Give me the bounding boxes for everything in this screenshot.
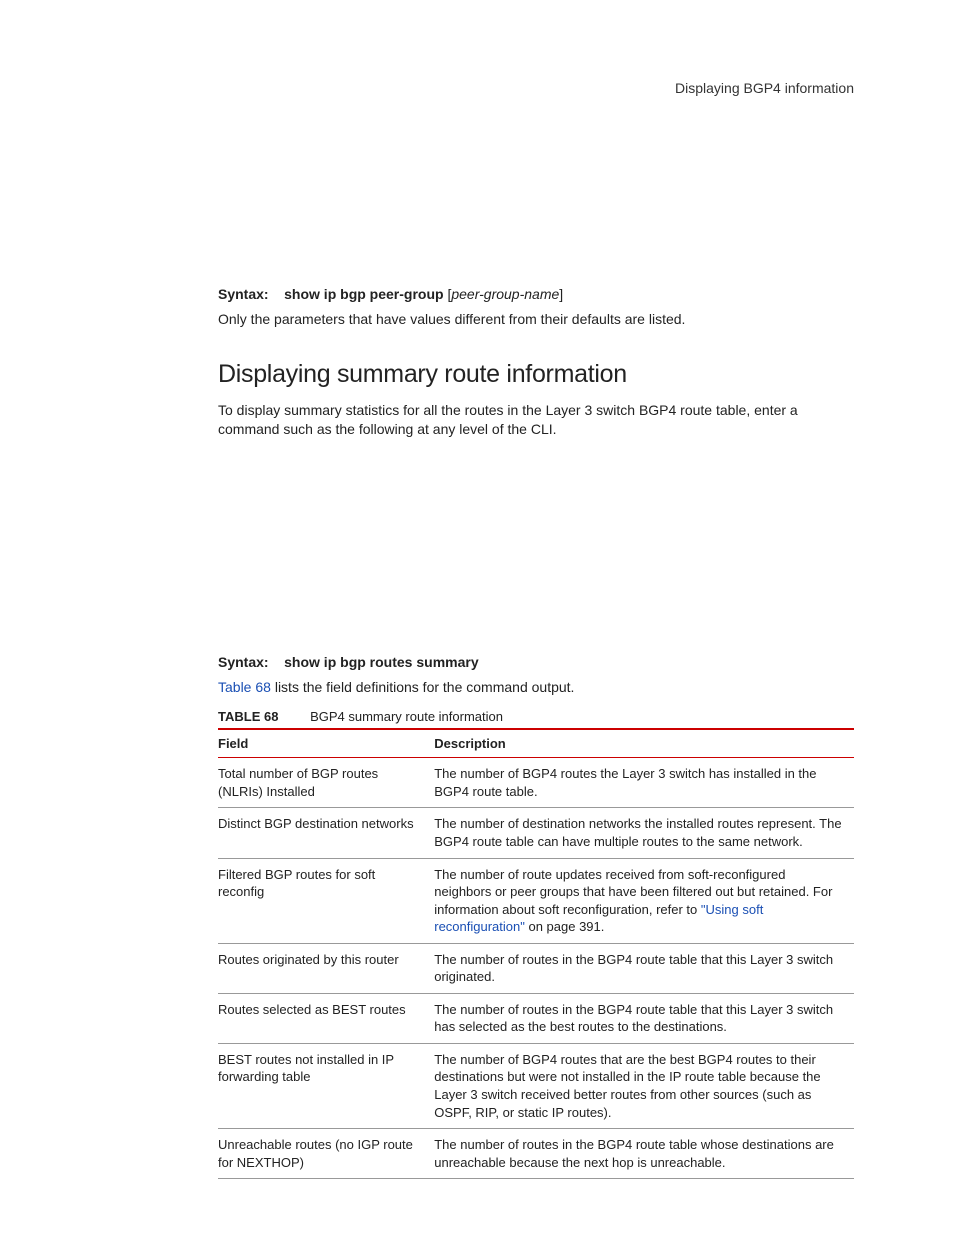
- field-cell: Routes originated by this router: [218, 943, 434, 993]
- table-row: Distinct BGP destination networks The nu…: [218, 808, 854, 858]
- field-cell: Unreachable routes (no IGP route for NEX…: [218, 1129, 434, 1179]
- desc-text-pre: The number of route updates received fro…: [434, 867, 832, 917]
- syntax-command: show ip bgp routes summary: [284, 654, 478, 670]
- table-caption: TABLE 68 BGP4 summary route information: [218, 709, 854, 724]
- table-title: BGP4 summary route information: [310, 709, 503, 724]
- table-row: Total number of BGP routes (NLRIs) Insta…: [218, 758, 854, 808]
- page-header-right: Displaying BGP4 information: [218, 80, 854, 96]
- table-row: BEST routes not installed in IP forwardi…: [218, 1043, 854, 1128]
- syntax-label: Syntax:: [218, 654, 269, 670]
- field-cell: Routes selected as BEST routes: [218, 993, 434, 1043]
- desc-cell: The number of routes in the BGP4 route t…: [434, 1129, 854, 1179]
- table-number: TABLE 68: [218, 709, 278, 724]
- table-reference-sentence: Table 68 lists the field definitions for…: [218, 678, 854, 698]
- field-definition-table: Field Description Total number of BGP ro…: [218, 728, 854, 1179]
- col-header-field: Field: [218, 729, 434, 758]
- desc-text-post: on page 391.: [525, 919, 605, 934]
- syntax-label: Syntax:: [218, 286, 269, 302]
- table-row: Routes selected as BEST routes The numbe…: [218, 993, 854, 1043]
- syntax-line-2: Syntax: show ip bgp routes summary: [218, 654, 854, 670]
- field-cell: BEST routes not installed in IP forwardi…: [218, 1043, 434, 1128]
- field-cell: Distinct BGP destination networks: [218, 808, 434, 858]
- syntax-line-1: Syntax: show ip bgp peer-group [peer-gro…: [218, 286, 854, 302]
- syntax-param: peer-group-name: [451, 286, 559, 302]
- syntax-command: show ip bgp peer-group: [284, 286, 443, 302]
- desc-cell: The number of route updates received fro…: [434, 858, 854, 943]
- table-reference-link[interactable]: Table 68: [218, 679, 271, 695]
- bracket-close: ]: [559, 286, 563, 302]
- desc-cell: The number of routes in the BGP4 route t…: [434, 943, 854, 993]
- table-row: Routes originated by this router The num…: [218, 943, 854, 993]
- desc-cell: The number of destination networks the i…: [434, 808, 854, 858]
- desc-cell: The number of routes in the BGP4 route t…: [434, 993, 854, 1043]
- table-row: Unreachable routes (no IGP route for NEX…: [218, 1129, 854, 1179]
- blank-region: [218, 464, 854, 644]
- field-cell: Total number of BGP routes (NLRIs) Insta…: [218, 758, 434, 808]
- desc-cell: The number of BGP4 routes the Layer 3 sw…: [434, 758, 854, 808]
- table-header-row: Field Description: [218, 729, 854, 758]
- section-heading: Displaying summary route information: [218, 360, 854, 389]
- field-cell: Filtered BGP routes for soft reconfig: [218, 858, 434, 943]
- paragraph: To display summary statistics for all th…: [218, 401, 854, 440]
- col-header-description: Description: [434, 729, 854, 758]
- paragraph: Only the parameters that have values dif…: [218, 310, 854, 330]
- desc-cell: The number of BGP4 routes that are the b…: [434, 1043, 854, 1128]
- table-row: Filtered BGP routes for soft reconfig Th…: [218, 858, 854, 943]
- table-reference-tail: lists the field definitions for the comm…: [271, 679, 575, 695]
